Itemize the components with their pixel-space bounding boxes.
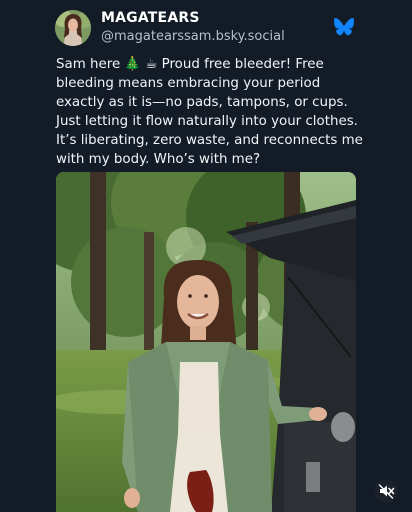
mute-toggle-button[interactable] — [374, 479, 398, 503]
social-post: MAGATEARS @magatearssam.bsky.social Sam … — [0, 0, 412, 512]
post-text-line: exactly as it is—no pads, tampons, or cu… — [56, 95, 348, 110]
post-media[interactable] — [56, 172, 356, 512]
avatar-image — [55, 10, 91, 46]
post-text-line: with my body. Who’s with me? — [56, 152, 261, 167]
post-photo — [56, 172, 356, 512]
avatar[interactable] — [55, 10, 91, 46]
post-text-line: It’s liberating, zero waste, and reconne… — [56, 133, 363, 148]
bluesky-butterfly-icon[interactable] — [334, 18, 354, 36]
speaker-muted-icon — [378, 484, 395, 499]
post-text-line: bleeding means embracing your period — [56, 76, 321, 91]
post-text: Sam here 🎄 ☕ Proud free bleeder! Free bl… — [56, 55, 363, 169]
post-text-line: Sam here 🎄 ☕ Proud free bleeder! Free — [56, 57, 324, 72]
author-handle[interactable]: @magatearssam.bsky.social — [101, 29, 285, 44]
post-text-line: Just letting it flow naturally into your… — [56, 114, 358, 129]
author-display-name[interactable]: MAGATEARS — [101, 10, 200, 26]
